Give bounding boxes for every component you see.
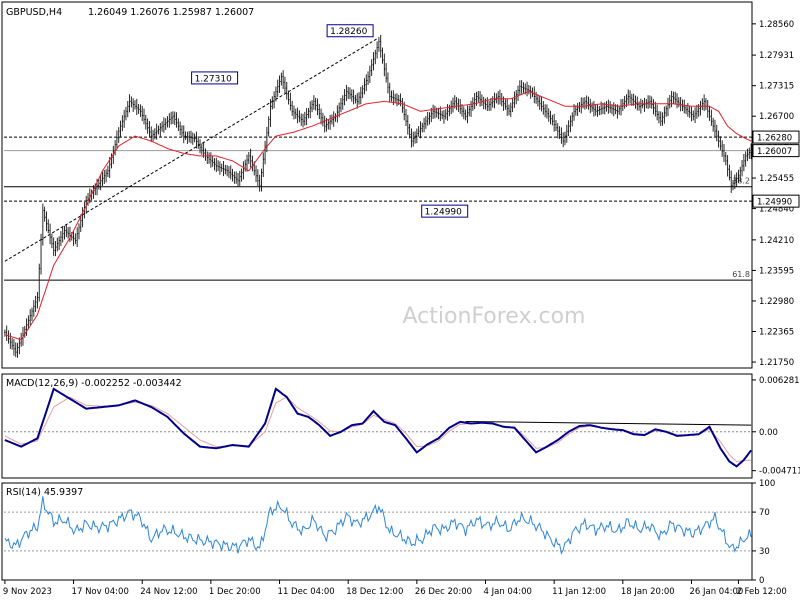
price-tick-label: 1.27315 xyxy=(759,82,794,92)
watermark: ActionForex.com xyxy=(403,304,586,329)
time-label: 1 Dec 20:00 xyxy=(209,587,261,597)
time-label: 11 Dec 04:00 xyxy=(278,587,335,597)
time-label: 4 Jan 04:00 xyxy=(484,587,532,597)
price-tag: 1.26280 xyxy=(757,134,792,144)
price-tick-label: 1.23595 xyxy=(759,266,794,276)
forex-chart: 1.285601.279311.273151.267001.260711.254… xyxy=(0,0,800,600)
time-label: 9 Nov 2023 xyxy=(3,587,52,597)
rsi-label: RSI(14) 45.9397 xyxy=(6,487,83,498)
ohlc-readout: 1.26049 1.26076 1.25987 1.26007 xyxy=(88,7,254,18)
price-tick-label: 1.25455 xyxy=(759,174,794,184)
price-tick-label: 1.26700 xyxy=(759,112,794,122)
time-label: 18 Jan 20:00 xyxy=(621,587,675,597)
price-tick-label: 1.22980 xyxy=(759,297,794,307)
macd-tick-label: 0.00 xyxy=(759,428,778,438)
annotation-label: 1.28260 xyxy=(330,27,367,37)
rsi-tick-label: 70 xyxy=(759,508,770,518)
rsi-tick-label: 100 xyxy=(759,479,775,489)
price-tick-label: 1.28560 xyxy=(759,20,794,30)
macd-label: MACD(12,26,9) -0.002252 -0.003442 xyxy=(6,378,182,389)
time-label: 26 Jan 04:00 xyxy=(689,587,743,597)
price-tag: 1.24990 xyxy=(757,198,792,208)
price-tick-label: 1.21750 xyxy=(759,358,794,368)
time-label: 2 Feb 12:00 xyxy=(736,587,786,597)
time-label: 11 Jan 12:00 xyxy=(552,587,606,597)
price-tag: 1.26007 xyxy=(757,147,792,157)
rsi-tick-label: 0 xyxy=(759,576,764,586)
time-label: 24 Nov 12:00 xyxy=(140,587,197,597)
time-label: 26 Dec 20:00 xyxy=(415,587,472,597)
price-tick-label: 1.24210 xyxy=(759,236,794,246)
time-label: 18 Dec 12:00 xyxy=(346,587,403,597)
macd-tick-label: 0.006281 xyxy=(759,376,800,386)
macd-tick-label: -0.004711 xyxy=(759,467,800,477)
rsi-tick-label: 30 xyxy=(759,547,770,557)
annotation-label: 1.27310 xyxy=(195,74,232,84)
annotation-label: 1.24990 xyxy=(425,208,462,218)
price-tick-label: 1.22365 xyxy=(759,327,794,337)
symbol-label: GBPUSD,H4 xyxy=(6,7,62,18)
price-tick-label: 1.27931 xyxy=(759,51,794,61)
fibo-label: 61.8 xyxy=(732,270,750,279)
chart-background xyxy=(0,0,800,600)
time-label: 17 Nov 04:00 xyxy=(72,587,129,597)
